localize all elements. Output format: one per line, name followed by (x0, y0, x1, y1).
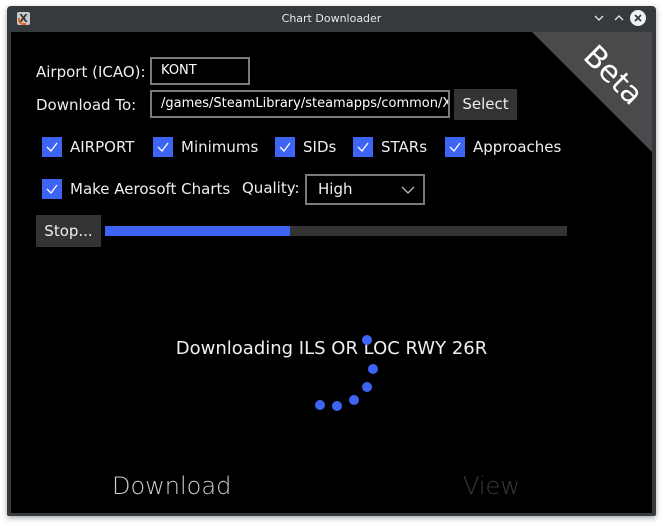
title-bar[interactable]: X Chart Downloader (7, 6, 656, 32)
checkbox-box[interactable] (42, 179, 62, 199)
chevron-up-icon (614, 15, 624, 21)
checkbox-minimums[interactable]: Minimums (153, 137, 258, 157)
spinner-dot (362, 382, 372, 392)
checkbox-box[interactable] (445, 137, 465, 157)
tab-download[interactable]: Download (112, 472, 231, 500)
spinner-dot (332, 401, 342, 411)
checkbox-box[interactable] (353, 137, 373, 157)
checkbox-box[interactable] (42, 137, 62, 157)
checkbox-approaches[interactable]: Approaches (445, 137, 561, 157)
airport-input[interactable]: KONT (150, 57, 250, 85)
checkbox-stars[interactable]: STARs (353, 137, 427, 157)
checkmark-icon (46, 184, 58, 194)
checkbox-label: STARs (381, 138, 428, 156)
checkbox-label: Make Aerosoft Charts (70, 180, 231, 198)
app-window: X Chart Downloader Beta Airport (ICAO): … (7, 6, 656, 516)
tab-view[interactable]: View (463, 472, 520, 500)
spinner-dot (349, 395, 359, 405)
chevron-down-icon (401, 186, 415, 194)
checkmark-icon (46, 142, 58, 152)
stop-button[interactable]: Stop... (36, 215, 101, 247)
checkbox-sids[interactable]: SIDs (275, 137, 336, 157)
spinner-dot (362, 335, 372, 345)
select-folder-button[interactable]: Select (454, 89, 517, 120)
chevron-down-icon (594, 15, 604, 21)
quality-select[interactable]: High (305, 174, 425, 205)
download-path-input[interactable]: /games/SteamLibrary/steamapps/common/X-P… (150, 90, 450, 118)
status-text: Downloading ILS OR LOC RWY 26R (175, 338, 488, 359)
window-title: Chart Downloader (281, 12, 382, 25)
checkbox-label: SIDs (303, 138, 337, 156)
minimize-button[interactable] (591, 10, 607, 26)
download-to-label: Download To: (36, 96, 137, 114)
checkmark-icon (449, 142, 461, 152)
maximize-button[interactable] (611, 10, 627, 26)
main-content: Beta Airport (ICAO): KONT Download To: /… (11, 32, 652, 513)
checkmark-icon (357, 142, 369, 152)
quality-value: High (318, 180, 353, 198)
progress-fill (105, 226, 290, 236)
spinner-dot (368, 364, 378, 374)
checkbox-label: Minimums (181, 138, 259, 156)
checkmark-icon (157, 142, 169, 152)
checkbox-box[interactable] (275, 137, 295, 157)
quality-label: Quality: (242, 179, 300, 197)
close-icon (634, 14, 642, 22)
checkbox-label: Approaches (473, 138, 562, 156)
checkbox-label: AIRPORT (70, 138, 135, 156)
close-button[interactable] (630, 10, 646, 26)
checkbox-box[interactable] (153, 137, 173, 157)
checkbox-airport[interactable]: AIRPORT (42, 137, 134, 157)
download-progress-bar (105, 226, 567, 236)
spinner-dot (315, 400, 325, 410)
checkbox-aerosoft[interactable]: Make Aerosoft Charts (42, 179, 230, 199)
airport-label: Airport (ICAO): (36, 63, 146, 81)
checkmark-icon (279, 142, 291, 152)
